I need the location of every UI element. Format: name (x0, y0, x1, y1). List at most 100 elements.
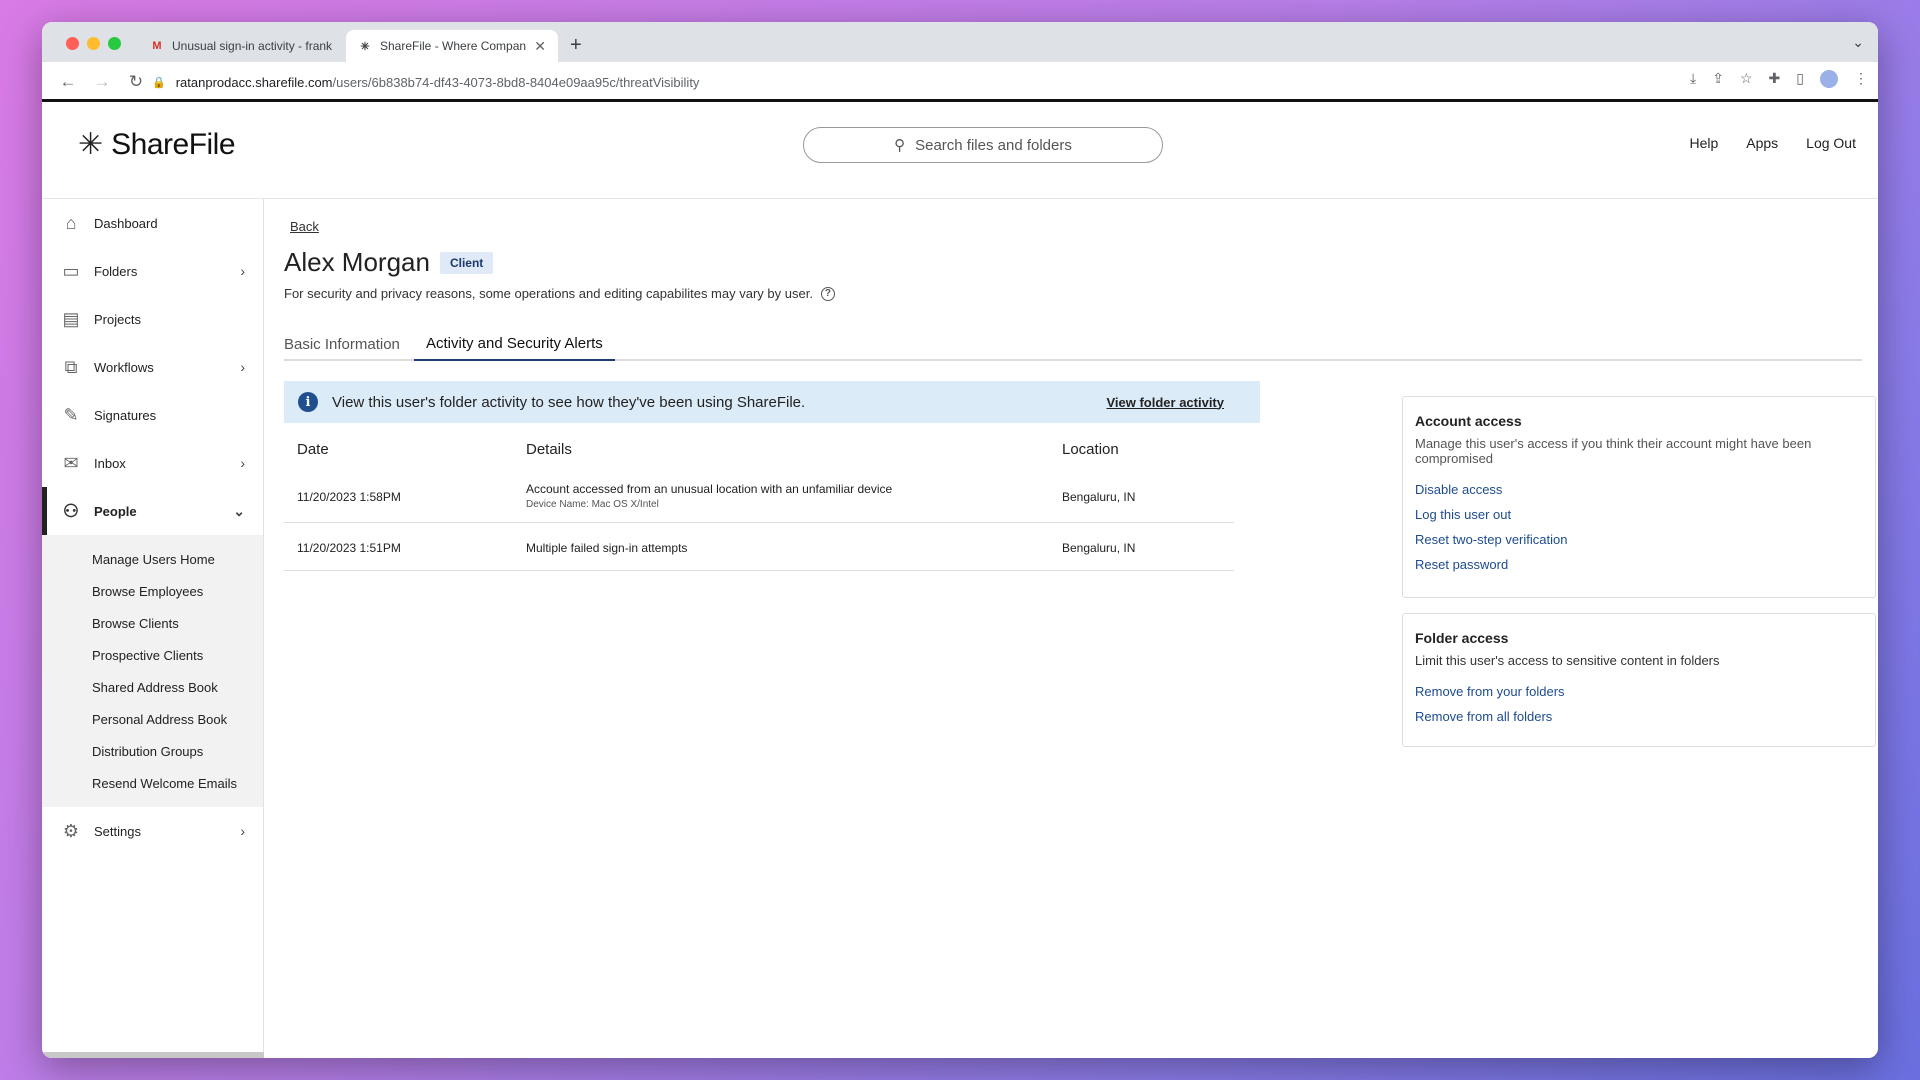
close-tab-icon[interactable]: ✕ (534, 38, 546, 55)
tab-search-icon[interactable]: ⌄ (1852, 34, 1864, 51)
disclaimer: For security and privacy reasons, some o… (284, 286, 835, 301)
logout-link[interactable]: Log Out (1806, 135, 1856, 151)
sidebar-item-label: Signatures (94, 407, 157, 423)
sidebar-item-label: Folders (94, 263, 138, 279)
people-icon: ⚇ (62, 500, 80, 521)
column-header-details: Details (526, 441, 572, 458)
view-folder-activity-link[interactable]: View folder activity (1106, 395, 1224, 410)
extensions-icon[interactable]: ✚ (1769, 70, 1781, 88)
sidebar-item-workflows[interactable]: ⧉ Workflows › (42, 343, 263, 391)
sidebar-item-label: Workflows (94, 359, 154, 375)
row-details-text: Account accessed from an unusual locatio… (526, 482, 893, 496)
maximize-window-button[interactable] (108, 37, 121, 50)
row-device-name: Device Name: Mac OS X/Intel (526, 499, 659, 510)
lock-icon: 🔒 (152, 76, 166, 89)
banner-text: View this user's folder activity to see … (332, 393, 806, 411)
column-header-location: Location (1062, 441, 1119, 458)
back-link[interactable]: Back (290, 219, 319, 234)
sidebar-item-settings[interactable]: ⚙ Settings › (42, 807, 263, 855)
help-link[interactable]: Help (1689, 135, 1718, 151)
subnav-browse-employees[interactable]: Browse Employees (42, 575, 263, 607)
tab-bar: Basic Information Activity and Security … (284, 327, 1862, 361)
logo-text: ShareFile (111, 127, 236, 161)
help-icon[interactable]: ? (820, 286, 835, 301)
bookmark-star-icon[interactable]: ☆ (1740, 70, 1753, 88)
subnav-distribution-groups[interactable]: Distribution Groups (42, 735, 263, 767)
disclaimer-text: For security and privacy reasons, some o… (284, 286, 813, 301)
forward-arrow-icon[interactable]: → (88, 72, 116, 92)
sidebar-item-folders[interactable]: ▭ Folders › (42, 247, 263, 295)
download-icon[interactable]: ⤓ (1690, 70, 1696, 88)
tab-activity-security-alerts[interactable]: Activity and Security Alerts (414, 327, 615, 361)
url-field[interactable]: 🔒 ratanprodacc.sharefile.com/users/6b838… (152, 68, 1652, 96)
sidebar-item-label: Dashboard (94, 215, 158, 231)
main-content: Back Alex Morgan Client For security and… (264, 199, 1878, 1058)
back-arrow-icon[interactable]: ← (54, 72, 82, 92)
sidebar-item-label: Inbox (94, 455, 126, 471)
sidebar-item-projects[interactable]: ▤ Projects (42, 295, 263, 343)
sidebar-item-inbox[interactable]: ✉ Inbox › (42, 439, 263, 487)
tab-strip: M Unusual sign-in activity - frank ✕ ✳ S… (42, 22, 1878, 62)
minimize-window-button[interactable] (87, 37, 100, 50)
row-location: Bengaluru, IN (1062, 490, 1136, 504)
account-access-card: Account access Manage this user's access… (1402, 396, 1876, 598)
sidebar-item-signatures[interactable]: ✎ Signatures (42, 391, 263, 439)
row-details: Account accessed from an unusual locatio… (526, 482, 892, 510)
search-placeholder: Search files and folders (915, 136, 1072, 154)
sidebar-item-dashboard[interactable]: ⌂ Dashboard (42, 199, 263, 247)
subnav-browse-clients[interactable]: Browse Clients (42, 607, 263, 639)
tab-title: ShareFile - Where Companies (380, 39, 527, 53)
chevron-down-icon: ⌄ (233, 502, 245, 519)
chevron-right-icon: › (240, 263, 245, 279)
browser-tab-sharefile[interactable]: ✳ ShareFile - Where Companies ✕ (346, 30, 558, 62)
reset-two-step-link[interactable]: Reset two-step verification (1415, 527, 1863, 552)
subnav-personal-address-book[interactable]: Personal Address Book (42, 703, 263, 735)
subnav-shared-address-book[interactable]: Shared Address Book (42, 671, 263, 703)
chevron-right-icon: › (240, 823, 245, 839)
row-location: Bengaluru, IN (1062, 541, 1136, 555)
close-window-button[interactable] (66, 37, 79, 50)
row-date: 11/20/2023 1:51PM (297, 541, 401, 555)
folder-icon: ▭ (62, 260, 80, 281)
sharefile-logo[interactable]: ✳ ShareFile (78, 127, 236, 162)
search-icon: ⚲ (894, 137, 906, 154)
url-host: ratanprodacc.sharefile.com (175, 74, 333, 90)
apps-link[interactable]: Apps (1746, 135, 1778, 151)
new-tab-icon[interactable]: + (570, 34, 582, 57)
disable-access-link[interactable]: Disable access (1415, 477, 1863, 502)
workflows-icon: ⧉ (64, 356, 78, 377)
subnav-manage-users-home[interactable]: Manage Users Home (42, 543, 263, 575)
user-role-badge: Client (439, 251, 494, 274)
chevron-right-icon: › (240, 359, 245, 375)
search-input[interactable]: ⚲ Search files and folders (803, 127, 1163, 163)
share-icon[interactable]: ⇪ (1712, 70, 1724, 88)
row-date: 11/20/2023 1:58PM (297, 490, 401, 504)
sharefile-logo-icon: ✳ (78, 128, 104, 161)
remove-from-all-folders-link[interactable]: Remove from all folders (1415, 704, 1863, 729)
chevron-right-icon: › (240, 455, 245, 471)
sharefile-icon: ✳ (360, 40, 370, 53)
user-heading: Alex Morgan Client (284, 247, 494, 278)
info-icon: i (298, 392, 318, 412)
side-panel-icon[interactable]: ▯ (1796, 70, 1804, 88)
tab-title: Unusual sign-in activity - frank (172, 39, 333, 53)
sidebar-item-people[interactable]: ⚇ People ⌄ (42, 487, 263, 535)
more-menu-icon[interactable]: ⋮ (1854, 70, 1868, 88)
sidebar-item-label: Projects (94, 311, 141, 327)
remove-from-your-folders-link[interactable]: Remove from your folders (1415, 679, 1863, 704)
reset-password-link[interactable]: Reset password (1415, 552, 1863, 577)
address-bar: ← → ↻ 🔒 ratanprodacc.sharefile.com/users… (42, 62, 1878, 102)
table-row: 11/20/2023 1:58PM Account accessed from … (284, 469, 1234, 523)
browser-tab-gmail[interactable]: M Unusual sign-in activity - frank ✕ (138, 30, 380, 62)
pen-icon: ✎ (63, 404, 79, 425)
table-row: 11/20/2023 1:51PM Multiple failed sign-i… (284, 523, 1234, 571)
tab-basic-information[interactable]: Basic Information (284, 327, 400, 361)
subnav-resend-welcome-emails[interactable]: Resend Welcome Emails (42, 767, 263, 799)
browser-window: M Unusual sign-in activity - frank ✕ ✳ S… (42, 22, 1878, 1058)
row-details-text: Multiple failed sign-in attempts (526, 541, 688, 555)
subnav-prospective-clients[interactable]: Prospective Clients (42, 639, 263, 671)
log-user-out-link[interactable]: Log this user out (1415, 502, 1863, 527)
profile-avatar[interactable] (1820, 70, 1838, 88)
account-access-title: Account access (1415, 413, 1522, 429)
reload-icon[interactable]: ↻ (122, 72, 150, 92)
